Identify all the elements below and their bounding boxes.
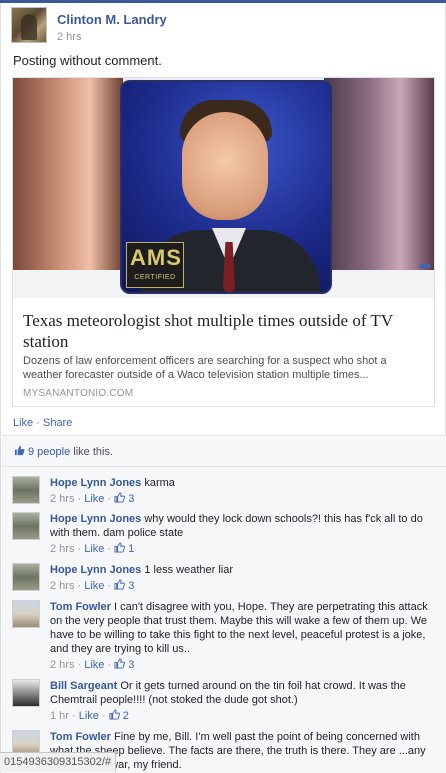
commenter-name[interactable]: Hope Lynn Jones [50,564,141,576]
comment-like-count[interactable]: 1 [128,543,134,555]
commenter-avatar[interactable] [12,476,40,504]
comment-like-count[interactable]: 3 [128,493,134,505]
author-avatar[interactable] [11,7,47,43]
post-card: Clinton M. Landry 2 hrs Posting without … [0,3,446,773]
comment-like-button[interactable]: Like [84,493,104,505]
meteorologist-photo: AMS CERTIFIED [120,80,332,294]
post-text: Posting without comment. [13,53,162,68]
post-timestamp[interactable]: 2 hrs [57,31,81,43]
comment-like-button[interactable]: Like [84,580,104,592]
commenter-name[interactable]: Tom Fowler [50,601,111,613]
action-separator: · [36,417,40,429]
comment-text: 1 less weather liar [144,564,233,576]
commenter-name[interactable]: Tom Fowler [50,731,111,743]
share-button[interactable]: Share [43,417,72,429]
comment-time[interactable]: 2 hrs [50,543,74,555]
comments-section: 9 people like this. Hope Lynn Jones karm… [2,435,446,773]
comment-like-count[interactable]: 3 [128,580,134,592]
post-actions: Like · Share [13,417,72,429]
thumbs-up-icon [114,579,126,590]
comment-like-button[interactable]: Like [79,710,99,722]
thumbs-up-icon [114,492,126,503]
comment-like-button[interactable]: Like [84,543,104,555]
comment-like-button[interactable]: Like [84,659,104,671]
comment-meta: 2 hrs · Like · 3 [50,658,135,671]
comment-meta: 2 hrs · Like · 3 [50,492,135,505]
thumbs-up-icon [114,658,126,669]
link-title[interactable]: Texas meteorologist shot multiple times … [23,310,423,352]
comment-like-count[interactable]: 2 [123,710,129,722]
divider [2,466,446,467]
link-source: MYSANANTONIO.COM [23,388,134,399]
ams-certified-badge: AMS CERTIFIED [126,242,184,288]
commenter-name[interactable]: Hope Lynn Jones [50,513,141,525]
comment-text: karma [144,477,175,489]
thumbs-up-icon [14,445,25,456]
status-url-bar: 015493630931530​2/# [0,752,117,772]
likes-suffix: like this. [70,446,114,458]
link-description: Dozens of law enforcement officers are s… [23,355,387,381]
comment-time[interactable]: 2 hrs [50,659,74,671]
commenter-avatar[interactable] [12,679,40,707]
commenter-avatar[interactable] [12,600,40,628]
like-button[interactable]: Like [13,417,33,429]
commenter-name[interactable]: Bill Sargeant [50,680,117,692]
thumbs-up-icon [109,709,120,720]
shared-link-preview[interactable]: AMS CERTIFIED Texas meteorologist shot m… [12,77,435,407]
comment-time[interactable]: 2 hrs [50,580,74,592]
comment-like-count[interactable]: 3 [128,659,134,671]
commenter-avatar[interactable] [12,563,40,591]
commenter-avatar[interactable] [12,512,40,540]
comment-meta: 1 hr · Like · 2 [50,709,129,722]
author-name[interactable]: Clinton M. Landry [57,12,167,27]
likes-people-link[interactable]: 9 people [28,446,70,458]
link-preview-image[interactable]: AMS CERTIFIED [13,78,434,298]
comment-time[interactable]: 2 hrs [50,493,74,505]
comment-meta: 2 hrs · Like · 1 [50,542,135,555]
comment-meta: 2 hrs · Like · 3 [50,579,135,592]
likes-summary: 9 people like this. [14,445,113,461]
comment-time[interactable]: 1 hr [50,710,69,722]
thumbs-up-icon [114,542,126,553]
commenter-name[interactable]: Hope Lynn Jones [50,477,141,489]
